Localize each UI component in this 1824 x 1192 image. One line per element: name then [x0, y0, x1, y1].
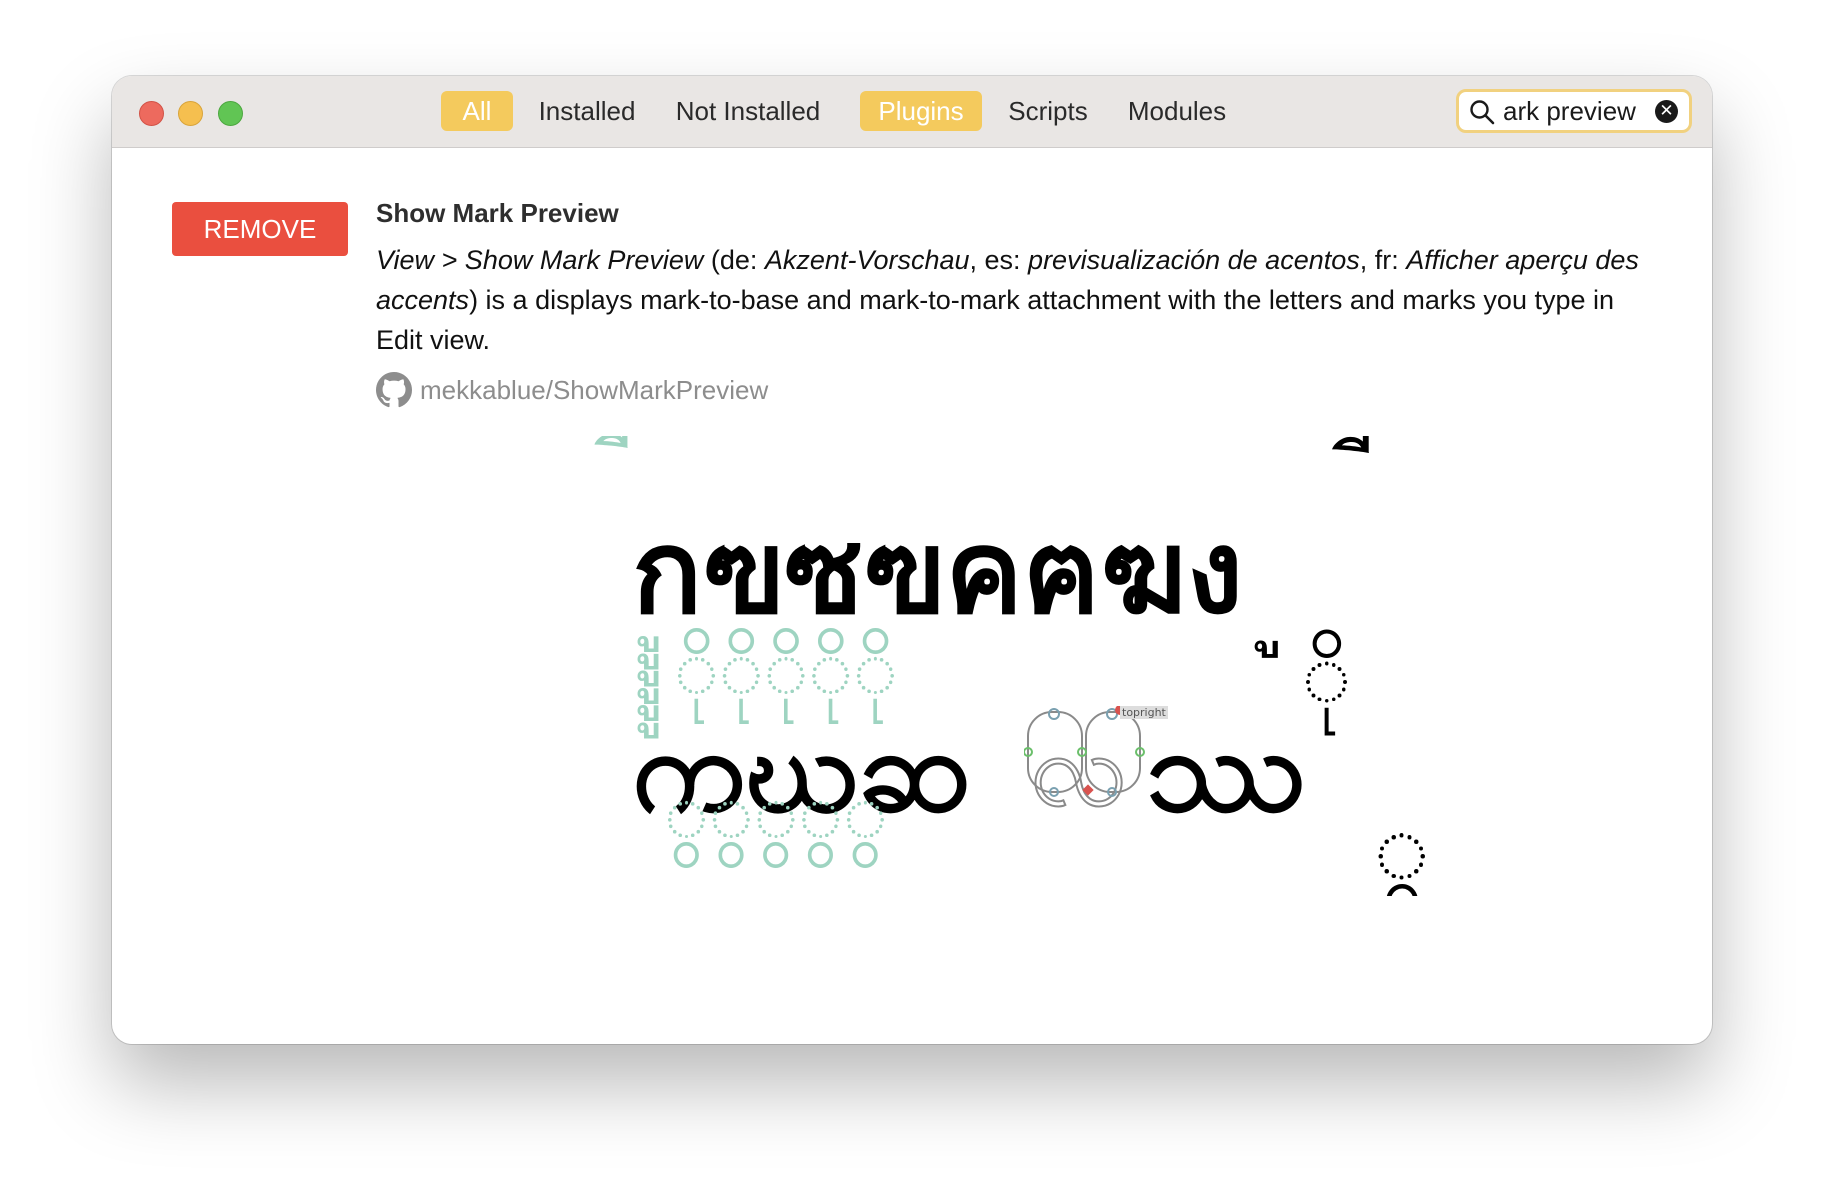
tab-plugins[interactable]: Plugins: [860, 91, 982, 131]
close-circle-icon[interactable]: ✕: [1655, 100, 1678, 123]
plugin-description: View > Show Mark Preview (de: Akzent-Vor…: [376, 240, 1666, 360]
anchor-label: topright: [1120, 706, 1168, 719]
titlebar: All Installed Not Installed Plugins Scri…: [112, 76, 1712, 148]
search-input[interactable]: ark preview: [1503, 92, 1653, 130]
plugin-manager-window: All Installed Not Installed Plugins Scri…: [112, 76, 1712, 1044]
row2-marks-below: ွွွွွ: [664, 769, 976, 853]
desc-es-name: previsualización de acentos: [1028, 245, 1360, 275]
repo-name: mekkablue/ShowMarkPreview: [420, 374, 769, 405]
tab-scripts[interactable]: Scripts: [998, 91, 1098, 131]
remove-button[interactable]: REMOVE: [172, 202, 348, 256]
row2-spare-mark-below: ွ: [1374, 794, 1430, 896]
close-window-button[interactable]: [139, 101, 164, 126]
tab-installed[interactable]: Installed: [525, 91, 649, 131]
menu-path: View > Show Mark Preview: [376, 245, 704, 275]
row2-last-letter: ဿ: [1146, 703, 1306, 838]
repo-link[interactable]: mekkablue/ShowMarkPreview: [376, 370, 768, 410]
search-icon: [1470, 100, 1495, 125]
tab-not-installed[interactable]: Not Installed: [667, 91, 829, 131]
desc-body: ) is a displays mark-to-base and mark-to…: [376, 285, 1615, 355]
desc-de-name: Akzent-Vorschau: [764, 245, 970, 275]
desc-de-prefix: (de:: [703, 245, 765, 275]
desc-fr-prefix: , fr:: [1359, 245, 1407, 275]
search-field[interactable]: ark preview ✕: [1456, 89, 1692, 133]
desc-es-prefix: , es:: [969, 245, 1029, 275]
tab-all[interactable]: All: [441, 91, 513, 131]
row2-spare-mark-above: ို: [1302, 626, 1352, 719]
github-icon: [376, 372, 412, 408]
tab-modules[interactable]: Modules: [1122, 91, 1232, 131]
anchor-points-overlay: [1024, 706, 1145, 797]
minimize-window-button[interactable]: [178, 101, 203, 126]
zoom-window-button[interactable]: [218, 101, 243, 126]
plugin-title: Show Mark Preview: [376, 198, 619, 228]
preview-image: ี้ี้ี้ี้ี้ี้ี้ กฃซฃคฅฆง ูููููู ี้ ู ိုို…: [524, 436, 1624, 896]
